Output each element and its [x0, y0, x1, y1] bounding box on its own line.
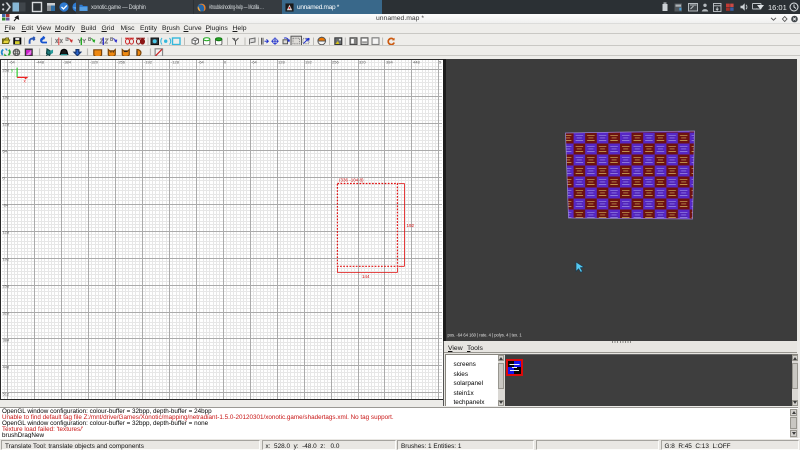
svg-text:-320: -320: [90, 60, 99, 65]
svg-text:-448: -448: [36, 60, 45, 65]
svg-text:256: 256: [332, 60, 339, 65]
svg-text:384: 384: [3, 338, 10, 343]
svg-text:384: 384: [386, 60, 393, 65]
svg-text:192: 192: [305, 60, 312, 65]
svg-text:-64: -64: [198, 60, 205, 65]
svg-text:192: 192: [407, 223, 415, 228]
svg-text:144: 144: [362, 274, 370, 279]
svg-text:448: 448: [3, 365, 10, 370]
svg-text:320: 320: [3, 311, 10, 316]
svg-text:-384: -384: [63, 60, 72, 65]
svg-text:128: 128: [3, 230, 10, 235]
svg-text:-64: -64: [3, 203, 10, 208]
svg-text:512: 512: [3, 392, 10, 397]
svg-text:(336 -104 8): (336 -104 8): [339, 178, 364, 183]
svg-text:-256: -256: [117, 60, 126, 65]
svg-text:320: 320: [359, 60, 366, 65]
svg-text:pos. -64 64 160 | rate. 4 | po: pos. -64 64 160 | rate. 4 | polys. 4 | t…: [447, 333, 522, 338]
svg-text:64: 64: [3, 149, 8, 154]
svg-text:-128: -128: [171, 60, 180, 65]
svg-text:192: 192: [3, 95, 10, 100]
svg-text:256: 256: [3, 68, 10, 73]
svg-text:-64: -64: [9, 60, 16, 65]
svg-text:-192: -192: [144, 60, 153, 65]
svg-text:192: 192: [3, 257, 10, 262]
svg-text:-64: -64: [251, 60, 258, 65]
svg-text:448: 448: [413, 60, 420, 65]
svg-text:128: 128: [278, 60, 285, 65]
svg-text:128: 128: [3, 122, 10, 127]
svg-text:256: 256: [3, 284, 10, 289]
